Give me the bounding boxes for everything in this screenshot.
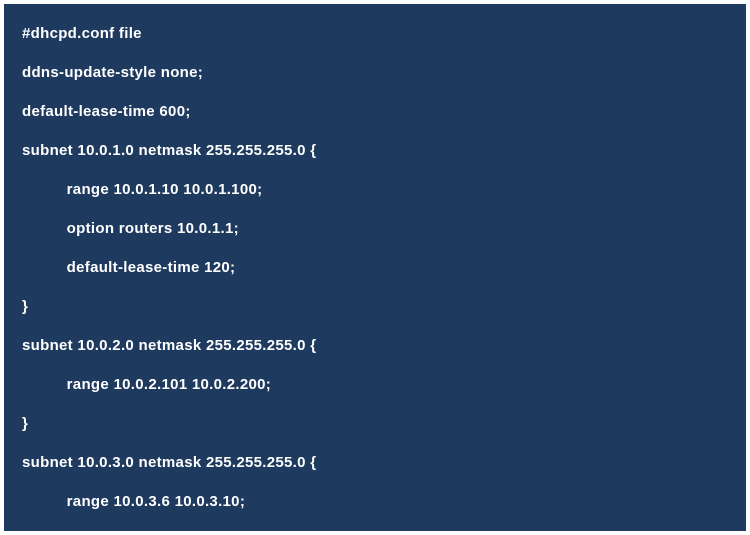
code-line: subnet 10.0.2.0 netmask 255.255.255.0 { [22,326,728,365]
code-line: #dhcpd.conf file [22,14,728,53]
code-line: } [22,404,728,443]
code-line: default-lease-time 600; [22,92,728,131]
code-line: option routers 10.0.1.1; [22,209,728,248]
code-line: subnet 10.0.3.0 netmask 255.255.255.0 { [22,443,728,482]
code-line: range 10.0.1.10 10.0.1.100; [22,170,728,209]
code-block: #dhcpd.conf file ddns-update-style none;… [4,4,746,531]
code-line: default-lease-time 120; [22,248,728,287]
code-line: range 10.0.3.6 10.0.3.10; [22,482,728,521]
code-line: } [22,521,728,531]
code-line: } [22,287,728,326]
code-line: ddns-update-style none; [22,53,728,92]
code-line: range 10.0.2.101 10.0.2.200; [22,365,728,404]
code-line: subnet 10.0.1.0 netmask 255.255.255.0 { [22,131,728,170]
